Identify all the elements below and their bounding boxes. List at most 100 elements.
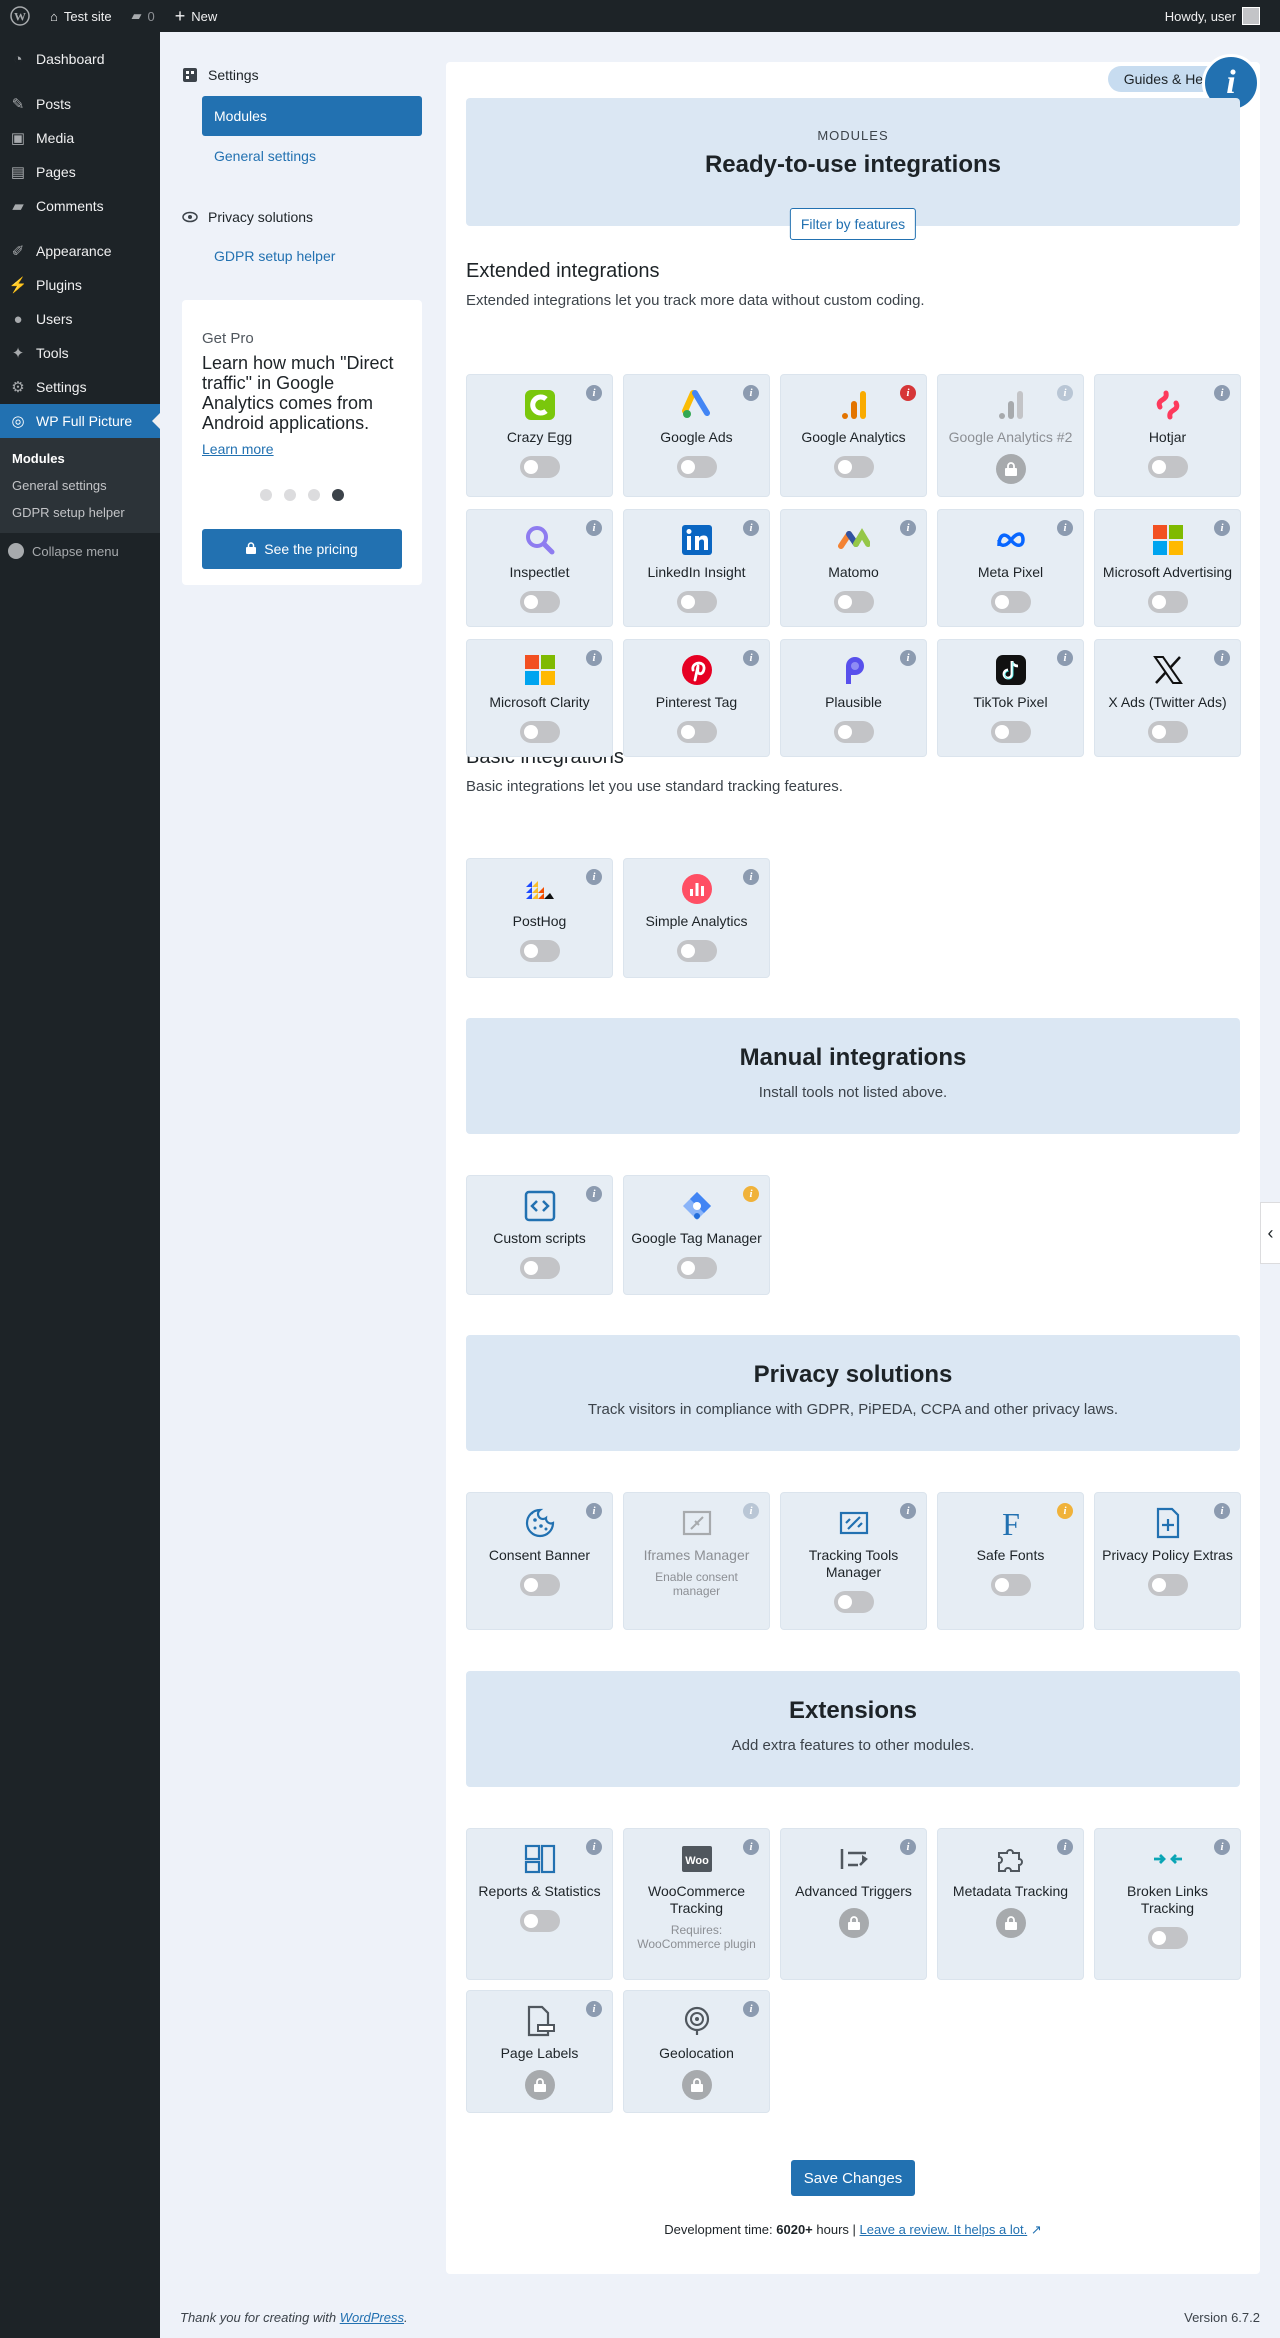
lock-icon[interactable] xyxy=(681,2070,712,2100)
menu-plugins[interactable]: ⚡ Plugins xyxy=(0,268,160,302)
posthog-icon xyxy=(522,871,558,907)
info-icon[interactable]: i xyxy=(1057,1503,1073,1519)
submenu-general-settings[interactable]: General settings xyxy=(0,472,160,499)
nav-modules[interactable]: Modules xyxy=(202,96,422,136)
nav-gdpr-helper[interactable]: GDPR setup helper xyxy=(202,238,422,274)
menu-tools[interactable]: ✦ Tools xyxy=(0,336,160,370)
site-name-link[interactable]: ⌂ Test site xyxy=(40,0,122,32)
lock-icon[interactable] xyxy=(838,1908,869,1938)
menu-appearance[interactable]: ✐ Appearance xyxy=(0,234,160,268)
module-toggle[interactable] xyxy=(519,1574,560,1596)
module-toggle[interactable] xyxy=(990,721,1031,743)
menu-wp-full-picture[interactable]: ◎ WP Full Picture xyxy=(0,404,160,438)
menu-users[interactable]: ● Users xyxy=(0,302,160,336)
info-icon[interactable]: i xyxy=(743,650,759,666)
collapse-menu-button[interactable]: Collapse menu xyxy=(0,533,160,569)
module-toggle[interactable] xyxy=(519,1910,560,1932)
menu-dashboard[interactable]: ◔ Dashboard xyxy=(0,42,160,76)
menu-pages[interactable]: ▤ Pages xyxy=(0,155,160,189)
info-icon[interactable]: i xyxy=(586,385,602,401)
slider-dot[interactable] xyxy=(308,489,320,501)
info-icon[interactable]: i xyxy=(1214,1839,1230,1855)
menu-posts[interactable]: ✎ Posts xyxy=(0,87,160,121)
info-icon[interactable]: i xyxy=(743,385,759,401)
learn-more-link[interactable]: Learn more xyxy=(202,441,402,457)
menu-media[interactable]: ▣ Media xyxy=(0,121,160,155)
module-toggle[interactable] xyxy=(1147,721,1188,743)
slider-dot[interactable] xyxy=(284,489,296,501)
info-icon[interactable]: i xyxy=(900,385,916,401)
info-icon[interactable]: i xyxy=(1214,650,1230,666)
module-toggle[interactable] xyxy=(1147,456,1188,478)
module-toggle[interactable] xyxy=(519,940,560,962)
module-card-iframes-manager: i Iframes Manager Enable consent manager xyxy=(623,1492,770,1630)
info-icon[interactable]: i xyxy=(586,2001,602,2017)
module-toggle[interactable] xyxy=(676,940,717,962)
slider-dot[interactable] xyxy=(332,489,344,501)
wordpress-logo-icon[interactable]: W xyxy=(0,0,40,32)
module-toggle[interactable] xyxy=(519,721,560,743)
info-icon[interactable]: i xyxy=(900,520,916,536)
info-icon[interactable]: i xyxy=(1214,520,1230,536)
info-icon[interactable]: i xyxy=(586,1186,602,1202)
collapse-side-panel-button[interactable]: ‹ xyxy=(1260,1202,1280,1264)
filter-by-features-button[interactable]: Filter by features xyxy=(789,208,917,240)
info-icon[interactable]: i xyxy=(743,869,759,885)
menu-comments[interactable]: ▰ Comments xyxy=(0,189,160,223)
info-icon[interactable]: i xyxy=(1057,1839,1073,1855)
info-icon[interactable]: i xyxy=(900,650,916,666)
info-icon[interactable]: i xyxy=(586,520,602,536)
save-changes-button[interactable]: Save Changes xyxy=(791,2160,915,2196)
info-icon[interactable]: i xyxy=(743,520,759,536)
module-toggle[interactable] xyxy=(990,591,1031,613)
module-toggle[interactable] xyxy=(990,1574,1031,1596)
info-icon[interactable]: i xyxy=(586,1503,602,1519)
wordpress-link[interactable]: WordPress xyxy=(340,2310,404,2325)
info-icon[interactable]: i xyxy=(900,1839,916,1855)
module-toggle[interactable] xyxy=(1147,1927,1188,1949)
info-icon[interactable]: i xyxy=(900,1503,916,1519)
info-icon[interactable]: i xyxy=(743,1503,759,1519)
slider-dot[interactable] xyxy=(260,489,272,501)
my-account-link[interactable]: Howdy, user xyxy=(1155,0,1270,32)
module-name: Custom scripts xyxy=(493,1230,586,1246)
module-toggle[interactable] xyxy=(1147,591,1188,613)
module-toggle[interactable] xyxy=(833,456,874,478)
extended-title: Extended integrations xyxy=(466,260,660,282)
submenu-gdpr-helper[interactable]: GDPR setup helper xyxy=(0,499,160,526)
leave-review-link[interactable]: Leave a review. It helps a lot. xyxy=(860,2222,1028,2237)
info-icon[interactable]: i xyxy=(1214,1503,1230,1519)
info-icon[interactable]: i xyxy=(586,1839,602,1855)
module-toggle[interactable] xyxy=(676,721,717,743)
info-icon[interactable]: i xyxy=(743,1839,759,1855)
info-icon[interactable]: i xyxy=(1057,385,1073,401)
lock-icon[interactable] xyxy=(995,454,1026,484)
module-toggle[interactable] xyxy=(833,1591,874,1613)
info-icon[interactable]: i xyxy=(743,1186,759,1202)
new-content-link[interactable]: + New xyxy=(165,0,228,32)
info-icon[interactable]: i xyxy=(1057,520,1073,536)
see-pricing-button[interactable]: See the pricing xyxy=(202,529,402,569)
module-toggle[interactable] xyxy=(676,456,717,478)
nav-general-settings[interactable]: General settings xyxy=(202,138,422,174)
info-icon[interactable]: i xyxy=(743,2001,759,2017)
info-icon[interactable]: i xyxy=(586,869,602,885)
module-toggle[interactable] xyxy=(833,591,874,613)
module-toggle[interactable] xyxy=(519,1257,560,1279)
module-toggle[interactable] xyxy=(519,456,560,478)
info-icon[interactable]: i xyxy=(586,650,602,666)
module-toggle[interactable] xyxy=(676,591,717,613)
module-toggle[interactable] xyxy=(676,1257,717,1279)
font-icon: F xyxy=(993,1505,1029,1541)
module-toggle[interactable] xyxy=(519,591,560,613)
lock-icon[interactable] xyxy=(995,1908,1026,1938)
module-toggle[interactable] xyxy=(1147,1574,1188,1596)
menu-settings[interactable]: ⚙ Settings xyxy=(0,370,160,404)
module-name: Page Labels xyxy=(500,2045,579,2061)
lock-icon[interactable] xyxy=(524,2070,555,2100)
info-icon[interactable]: i xyxy=(1057,650,1073,666)
info-icon[interactable]: i xyxy=(1214,385,1230,401)
comments-link[interactable]: ▰ 0 xyxy=(122,0,165,32)
submenu-modules[interactable]: Modules xyxy=(0,445,160,472)
module-toggle[interactable] xyxy=(833,721,874,743)
